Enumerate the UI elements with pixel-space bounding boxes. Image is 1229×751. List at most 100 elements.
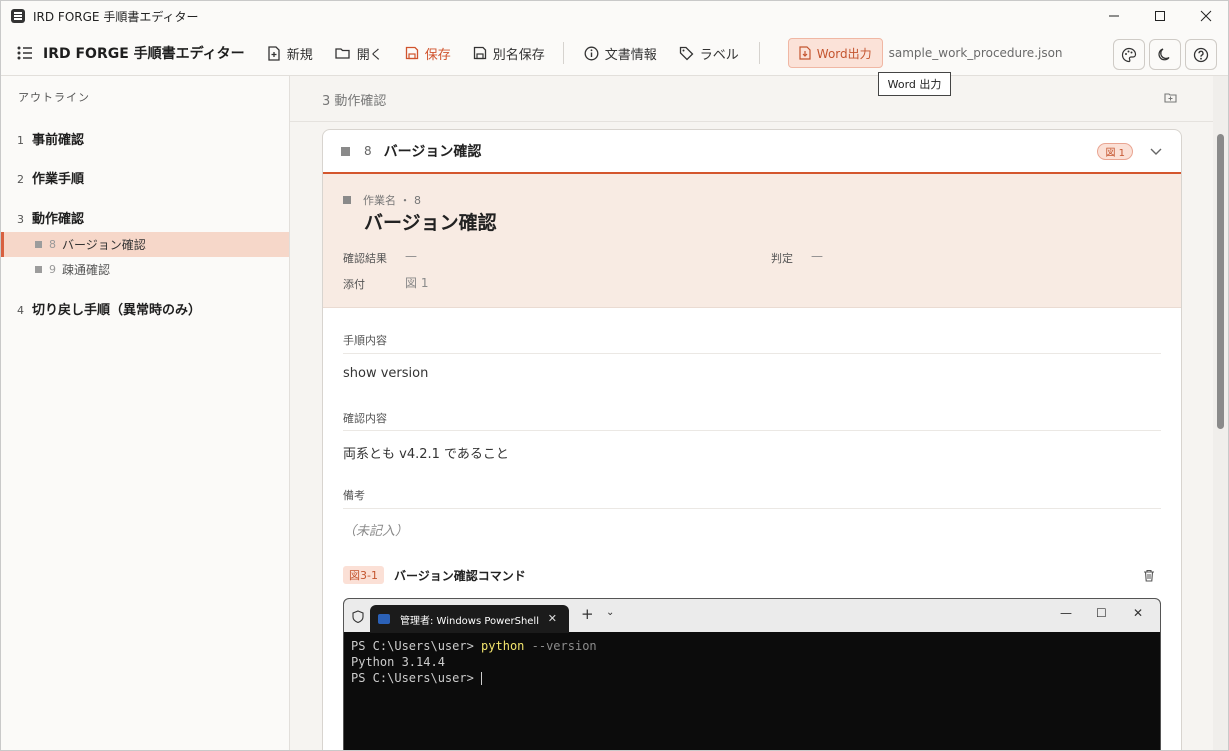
word-export-icon <box>799 46 811 60</box>
outline-item-label: 動作確認 <box>32 212 85 227</box>
outline-item-2[interactable]: 2 作業手順 <box>17 168 84 187</box>
maximize-button[interactable] <box>1137 1 1183 31</box>
step-card-header[interactable]: 8 バージョン確認 図 1 <box>323 130 1181 174</box>
close-window-button[interactable] <box>1183 1 1228 31</box>
help-icon <box>1193 47 1209 62</box>
help-button[interactable] <box>1185 39 1217 70</box>
check-label: 確認内容 <box>343 412 387 425</box>
outline-subitem-num: 9 <box>49 263 56 276</box>
palette-icon <box>1121 47 1137 62</box>
open-button[interactable]: 開く <box>327 38 391 68</box>
save-icon <box>405 46 418 60</box>
doc-info-label: 文書情報 <box>604 47 657 63</box>
terminal-command: python <box>481 639 525 653</box>
chevron-down-icon[interactable] <box>1149 144 1163 158</box>
close-tab-icon: ✕ <box>547 612 557 625</box>
folder-add-icon[interactable] <box>1164 92 1177 103</box>
toolbar: IRD FORGE 手順書エディター 新規 開く 保存 別名保存 文書情報 ラベ… <box>1 31 1228 76</box>
save-button[interactable]: 保存 <box>397 38 459 68</box>
step-title: バージョン確認 <box>383 144 482 160</box>
dark-mode-button[interactable] <box>1149 39 1181 70</box>
terminal-prompt: PS C:\Users\user> <box>351 671 482 685</box>
doc-info-button[interactable]: 文書情報 <box>576 38 665 68</box>
outline-icon <box>17 46 32 60</box>
step-square-icon <box>343 196 351 204</box>
step-meta-text: 作業名 ・ 8 <box>363 194 421 207</box>
toolbar-divider <box>562 42 564 64</box>
theme-palette-button[interactable] <box>1113 39 1145 70</box>
outline-subitem-8[interactable]: 8 バージョン確認 <box>1 232 289 257</box>
save-as-icon <box>473 46 486 60</box>
open-label: 開く <box>356 47 383 63</box>
attach-label: 添付 <box>343 278 365 291</box>
save-label: 保存 <box>424 47 451 63</box>
label-button[interactable]: ラベル <box>671 38 747 68</box>
trash-icon[interactable] <box>1143 569 1155 582</box>
minimize-icon <box>1109 15 1119 17</box>
minimize-button[interactable] <box>1091 1 1137 31</box>
outline-subitem-label: バージョン確認 <box>62 238 146 252</box>
step-number: 8 <box>364 144 372 158</box>
toolbar-divider <box>758 42 760 64</box>
chevron-down-icon: ⌄ <box>606 607 615 618</box>
outline-item-num: 1 <box>17 134 24 147</box>
outline-item-3[interactable]: 3 動作確認 <box>17 208 84 227</box>
label-label: ラベル <box>699 47 739 63</box>
outline-item-label: 切り戻し手順（異常時のみ） <box>32 303 202 318</box>
outline-subitem-num: 8 <box>49 238 56 251</box>
step-summary: 作業名 ・ 8 バージョン確認 確認結果 — 判定 — 添付 図 1 <box>323 174 1181 308</box>
outline-subitem-9[interactable]: 9 疎通確認 <box>1 257 289 282</box>
divider <box>343 508 1161 509</box>
section-header: 3 動作確認 <box>290 76 1215 122</box>
save-as-button[interactable]: 別名保存 <box>465 38 553 68</box>
close-icon <box>1200 10 1212 22</box>
brand: IRD FORGE 手順書エディター <box>17 43 245 63</box>
result-value[interactable]: — <box>405 249 417 263</box>
new-file-icon <box>268 45 280 61</box>
judge-label: 判定 <box>771 252 793 265</box>
file-name: sample_work_procedure.json <box>888 46 1063 60</box>
folder-open-icon <box>335 48 350 59</box>
figure-count-badge: 図 1 <box>1097 143 1133 160</box>
terminal-output-line: Python 3.14.4 <box>351 655 445 669</box>
powershell-icon <box>378 614 390 624</box>
shield-icon <box>352 610 364 623</box>
attach-value[interactable]: 図 1 <box>405 274 428 291</box>
editor-main: 3 動作確認 8 バージョン確認 図 1 作業名 ・ 8 バージョン確認 確認結… <box>290 76 1215 750</box>
new-button[interactable]: 新規 <box>259 38 321 68</box>
outline-title: アウトライン <box>18 91 90 104</box>
tag-icon <box>679 46 694 60</box>
figure-tag: 図3-1 <box>343 566 384 584</box>
outline-item-1[interactable]: 1 事前確認 <box>17 129 84 148</box>
app-window: IRD FORGE 手順書エディター IRD FORGE 手順書エディター 新規 <box>0 0 1229 751</box>
outline-item-4[interactable]: 4 切り戻し手順（異常時のみ） <box>17 299 201 318</box>
minimize-icon: — <box>1060 606 1072 620</box>
outline-subitem-label: 疎通確認 <box>62 263 111 277</box>
outline-sidebar: アウトライン 1 事前確認 2 作業手順 3 動作確認 8 バージョン確認 9 … <box>1 76 290 750</box>
scrollbar-thumb[interactable] <box>1217 134 1224 429</box>
divider <box>343 430 1161 431</box>
terminal-cursor <box>481 672 483 685</box>
new-label: 新規 <box>286 47 313 63</box>
procedure-text[interactable]: show version <box>343 366 428 381</box>
step-meta: 作業名 ・ 8 <box>343 192 421 208</box>
plus-icon: + <box>581 605 594 623</box>
procedure-label: 手順内容 <box>343 334 387 347</box>
step-card: 8 バージョン確認 図 1 作業名 ・ 8 バージョン確認 確認結果 — 判定 … <box>322 129 1182 750</box>
save-as-label: 別名保存 <box>492 47 545 63</box>
step-square-icon <box>35 266 42 273</box>
note-text[interactable]: （未記入） <box>343 520 408 539</box>
step-square-icon <box>35 241 42 248</box>
outline-item-label: 事前確認 <box>32 133 85 148</box>
judge-value[interactable]: — <box>811 249 823 263</box>
check-text[interactable]: 両系とも v4.2.1 であること <box>343 443 509 462</box>
terminal-tab-title: 管理者: Windows PowerShell <box>400 615 539 627</box>
word-export-button[interactable]: Word出力 <box>787 38 883 68</box>
terminal-prompt: PS C:\Users\user> <box>351 639 482 653</box>
terminal-output: PS C:\Users\user> python --version Pytho… <box>344 632 1160 692</box>
maximize-icon <box>1155 11 1165 21</box>
title-bar: IRD FORGE 手順書エディター <box>1 1 1228 31</box>
info-icon <box>584 46 599 60</box>
outline-item-label: 作業手順 <box>32 172 85 187</box>
figure-title[interactable]: バージョン確認コマンド <box>394 567 526 584</box>
